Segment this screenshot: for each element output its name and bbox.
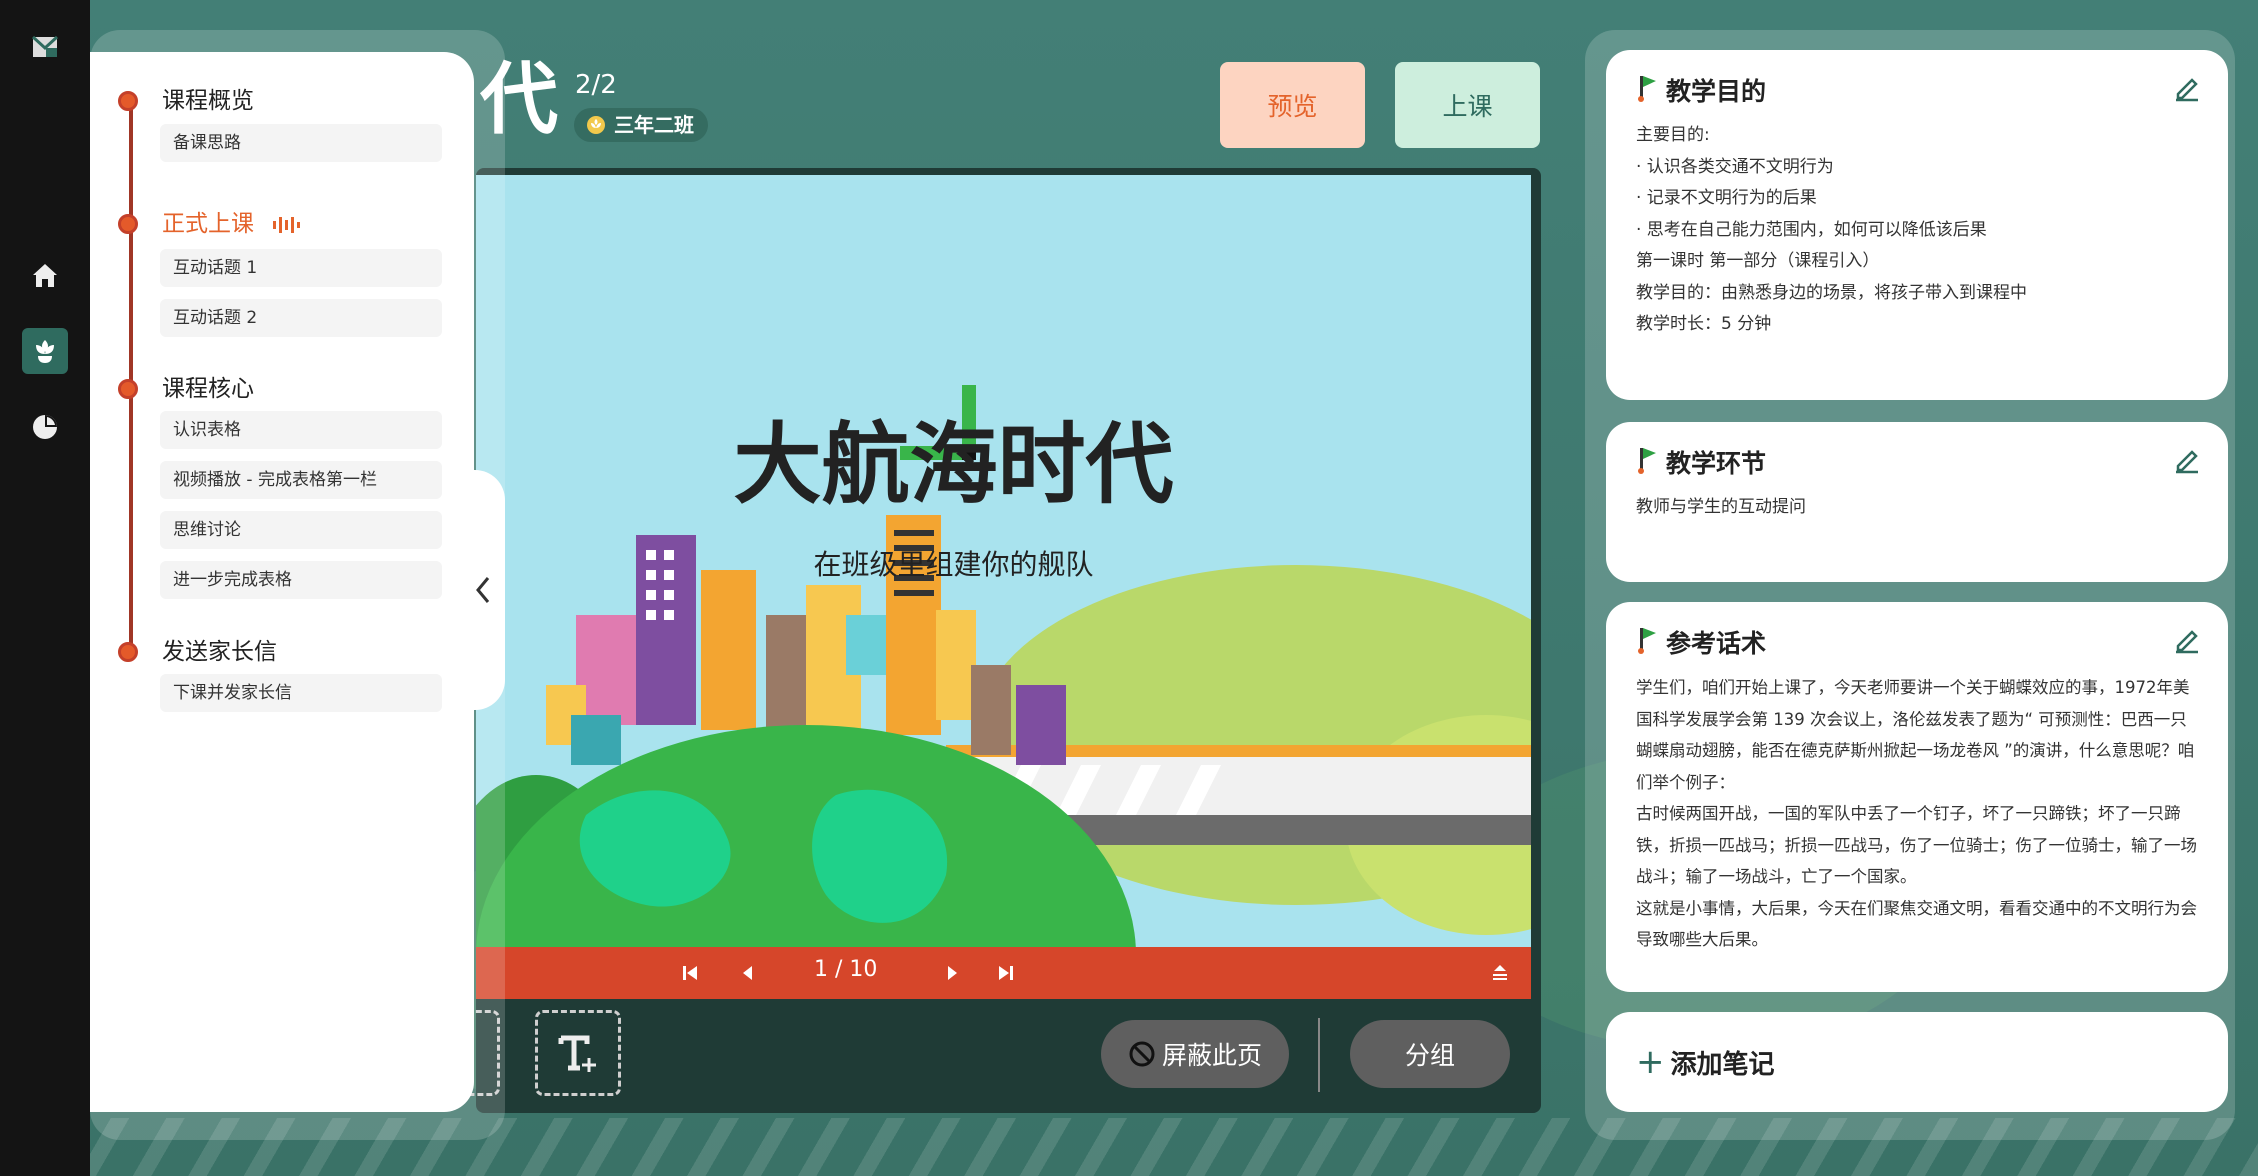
- toolbar-divider: [1318, 1018, 1320, 1092]
- note-line: 主要目的:: [1636, 125, 1710, 145]
- note-card-title: 参考话术: [1636, 624, 1766, 660]
- app-logo-icon: [22, 24, 68, 70]
- lesson-flower-icon[interactable]: [22, 328, 68, 374]
- first-page-icon[interactable]: [676, 959, 704, 987]
- badge-flower-icon: [587, 116, 605, 134]
- add-text-tool[interactable]: [535, 1010, 621, 1096]
- note-card-steps: 教学环节 教师与学生的互动提问: [1606, 422, 2228, 582]
- plus-icon: +: [1636, 1042, 1665, 1082]
- note-paragraph: 古时候两国开战，一国的军队中丢了一个钉子，坏了一只蹄铁；坏了一只蹄铁，折损一匹战…: [1636, 804, 2197, 886]
- outline-item[interactable]: 进一步完成表格: [160, 561, 442, 599]
- slide-subtitle: 在班级里组建你的舰队: [813, 548, 1094, 581]
- note-line: 教学时长：5 分钟: [1636, 314, 1772, 334]
- note-card-goal: 教学目的 主要目的: · 认识各类交通不文明行为 · 记录不文明行为的后果 · …: [1606, 50, 2228, 400]
- add-text-icon: [558, 1035, 596, 1072]
- note-paragraph: 这就是小事情，大后果，今天在们聚焦交通文明，看看交通中的不文明行为会导致哪些大后…: [1636, 898, 2197, 950]
- outline-item[interactable]: 互动话题 2: [160, 299, 442, 337]
- add-note-button[interactable]: + 添加笔记: [1606, 1012, 2228, 1112]
- section-title: 课程概览: [162, 88, 254, 114]
- note-card-body: 教师与学生的互动提问: [1636, 492, 2202, 524]
- flag-icon: [1638, 76, 1656, 102]
- note-card-body: 主要目的: · 认识各类交通不文明行为 · 记录不文明行为的后果 · 思考在自己…: [1636, 120, 2202, 341]
- note-line: · 认识各类交通不文明行为: [1636, 156, 1834, 177]
- section-title: 发送家长信: [162, 639, 277, 665]
- section-title: 课程核心: [162, 376, 254, 402]
- timeline-dot: [118, 379, 138, 399]
- collapse-outline-button[interactable]: [460, 470, 505, 710]
- app-sidebar: [0, 0, 90, 1176]
- outline-item[interactable]: 视频播放 - 完成表格第一栏: [160, 461, 442, 499]
- chevron-left-icon: [475, 577, 489, 603]
- note-card-title: 教学环节: [1636, 444, 1766, 480]
- note-card-script: 参考话术 学生们，咱们开始上课了，今天老师要讲一个关于蝴蝶效应的事，1972年美…: [1606, 602, 2228, 992]
- start-class-button[interactable]: 上课: [1395, 62, 1540, 148]
- flag-icon: [1638, 448, 1656, 474]
- outline-item[interactable]: 互动话题 1: [160, 249, 442, 287]
- note-line: · 思考在自己能力范围内，如何可以降低该后果: [1636, 219, 1987, 240]
- note-line: · 记录不文明行为的后果: [1636, 188, 1817, 208]
- add-note-label: 添加笔记: [1670, 1049, 1775, 1080]
- edit-icon[interactable]: [2172, 444, 2202, 474]
- timeline-line: [129, 98, 133, 653]
- note-line: 第一课时 第一部分（课程引入）: [1636, 251, 1880, 271]
- group-button[interactable]: 分组: [1350, 1020, 1510, 1088]
- outline-item[interactable]: 思维讨论: [160, 511, 442, 549]
- pie-chart-icon[interactable]: [22, 404, 68, 450]
- slide-canvas[interactable]: 大航海时代 在班级里组建你的舰队: [476, 175, 1531, 947]
- timeline-dot: [118, 214, 138, 234]
- note-card-title: 教学目的: [1636, 72, 1766, 108]
- slide-controls: 1 / 10: [476, 947, 1531, 999]
- timeline-dot: [118, 642, 138, 662]
- page-count: 2/2: [575, 70, 617, 100]
- flag-icon: [1638, 628, 1656, 654]
- edit-icon[interactable]: [2172, 72, 2202, 102]
- note-line: 教师与学生的互动提问: [1636, 497, 1806, 517]
- last-page-icon[interactable]: [992, 959, 1020, 987]
- note-card-body: 学生们，咱们开始上课了，今天老师要讲一个关于蝴蝶效应的事，1972年美国科学发展…: [1636, 672, 2202, 956]
- outline-item[interactable]: 备课思路: [160, 124, 442, 162]
- preview-button[interactable]: 预览: [1220, 62, 1365, 148]
- section-title: 正式上课: [162, 210, 301, 238]
- timeline-dot: [118, 91, 138, 111]
- hide-page-button[interactable]: 屏蔽此页: [1101, 1020, 1289, 1088]
- note-line: 教学目的：由熟悉身边的场景，将孩子带入到课程中: [1636, 282, 2027, 303]
- outline-item[interactable]: 认识表格: [160, 411, 442, 449]
- class-name: 三年二班: [614, 113, 694, 137]
- edit-icon[interactable]: [2172, 624, 2202, 654]
- next-page-icon[interactable]: [938, 959, 966, 987]
- slide-menu-icon[interactable]: [1486, 959, 1514, 987]
- block-icon: [1129, 1041, 1155, 1067]
- note-paragraph: 学生们，咱们开始上课了，今天老师要讲一个关于蝴蝶效应的事，1972年美国科学发展…: [1636, 678, 2195, 792]
- audio-wave-icon: [273, 216, 301, 233]
- home-icon[interactable]: [22, 252, 68, 298]
- slide-title: 大航海时代: [733, 413, 1174, 516]
- prev-page-icon[interactable]: [734, 959, 762, 987]
- page-indicator: 1 / 10: [814, 957, 878, 982]
- class-badge: 三年二班: [574, 108, 708, 142]
- hide-page-label: 屏蔽此页: [1161, 1042, 1262, 1070]
- outline-item[interactable]: 下课并发家长信: [160, 674, 442, 712]
